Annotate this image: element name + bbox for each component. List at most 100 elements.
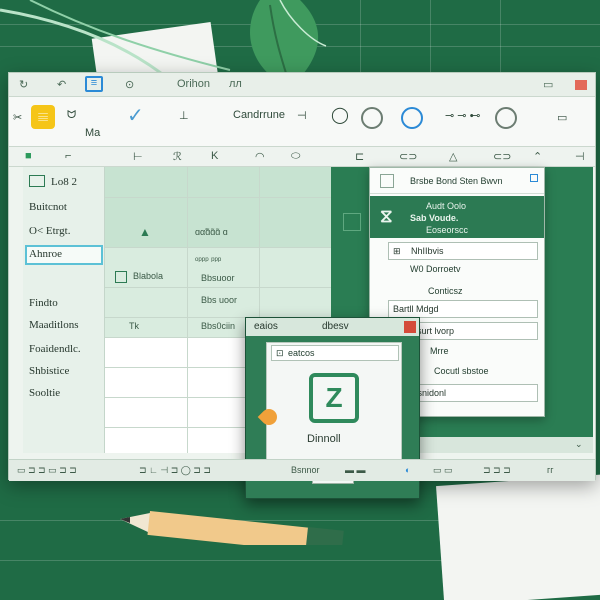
- grid-row-line: [105, 197, 333, 198]
- close-icon[interactable]: [575, 80, 587, 90]
- scroll-down-icon[interactable]: ⌄: [575, 439, 583, 450]
- status-icon[interactable]: ▬ ▬: [345, 465, 366, 475]
- align-icon[interactable]: ⊥: [179, 109, 189, 122]
- back-icon[interactable]: ↶: [57, 78, 66, 91]
- field-text: eatcos: [288, 348, 315, 358]
- banner-line: Sab Voude.: [410, 213, 459, 223]
- section-label: Conticsz: [428, 286, 463, 296]
- status-circle-icon[interactable]: ◐: [405, 465, 410, 475]
- leaf-icon[interactable]: ℛ: [173, 150, 182, 163]
- chart-icon[interactable]: ✓: [127, 103, 144, 128]
- dialog-banner: ⧖ Audt Oolo Sab Voude. Eoseorscc: [370, 196, 544, 238]
- modal-title-right: dbesv: [322, 321, 349, 332]
- warning-triangle-icon: ▲: [139, 225, 151, 239]
- cell-chart-icon: [29, 175, 45, 187]
- search-icon[interactable]: ⊙: [125, 78, 134, 91]
- ribbon-tool-label[interactable]: Candrrune: [233, 109, 285, 121]
- triangle-icon[interactable]: △: [449, 150, 457, 163]
- modal-close-icon[interactable]: [404, 321, 416, 333]
- fullscreen-icon[interactable]: ▭: [557, 111, 567, 124]
- format-toolbar: ■ ⌐ ⊢ ℛ K ◠ ⬭ ⊏ ⊂⊃ △ ⊂⊃ ⌃ ⊣: [9, 147, 595, 167]
- modal-name-field[interactable]: ⊡ eatcos: [271, 345, 399, 361]
- banner-line: Eoseorscc: [426, 225, 469, 235]
- option-label: Cocutl sbstoe: [434, 366, 489, 376]
- cell-value: Bbs uoor: [201, 295, 238, 305]
- toolbar-letter[interactable]: K: [211, 150, 218, 162]
- side-panel-square: [343, 213, 361, 231]
- option-label: NhIIbvis: [411, 246, 444, 256]
- shape-icon[interactable]: ◯: [331, 105, 349, 125]
- app-window: ↻ ↶ ≡ ⊙ Orihon ᴫᴫ ▭ ✂ 𝄙 ᗢ Ma ✓ ⊥ Candrru…: [8, 72, 596, 499]
- title-bar: ↻ ↶ ≡ ⊙ Orihon ᴫᴫ ▭: [9, 73, 595, 97]
- row-label: Buitcnot: [29, 201, 67, 213]
- slider-icon[interactable]: ⊸ ⊸ ⊷: [445, 109, 481, 122]
- row-label: Sooltie: [29, 387, 61, 399]
- ribbon-app-label: Ma: [85, 127, 101, 139]
- grid-row-line: [105, 247, 333, 248]
- title-extra: ᴫᴫ: [229, 78, 242, 90]
- banner-line: Audt Oolo: [426, 201, 467, 211]
- grid-row-line: [105, 287, 333, 288]
- row-label: Ahnroe: [29, 248, 62, 260]
- cell-value: Bbs0ciin: [201, 321, 236, 331]
- status-icon[interactable]: ▭ ▭: [433, 465, 453, 476]
- document-icon[interactable]: ≡: [85, 76, 103, 92]
- pencil-decor: [120, 511, 344, 545]
- cell-value: Bbsuoor: [201, 273, 235, 283]
- adjust-icon[interactable]: ⊣: [297, 109, 307, 122]
- dialog-option[interactable]: Bartll Mdgd: [388, 300, 538, 318]
- link-icon[interactable]: ⊂⊃: [399, 150, 417, 163]
- chevron-up-icon[interactable]: ⌃: [533, 150, 542, 163]
- minimize-icon[interactable]: ▭: [543, 78, 553, 91]
- row-label: O< Etrgt.: [29, 225, 71, 237]
- modal-title-bar: eaios dbesv: [246, 318, 419, 336]
- status-bar: ▭ ⊐ ⊐ ▭ ⊐ ⊐ ⊐ ∟ ⊣ ⊐ ◯ ⊐ ⊐ Bsnnor ▬ ▬ ◐ ▭…: [9, 459, 595, 481]
- oval-icon[interactable]: ⬭: [291, 150, 300, 163]
- option-label: Bartll Mdgd: [393, 304, 439, 314]
- status-icon[interactable]: ⊐ ⊐ ⊐: [483, 465, 511, 476]
- modal-body: ⊡ eatcos Z Dinnoll: [266, 342, 402, 464]
- refresh-icon[interactable]: ↻: [19, 78, 28, 91]
- modal-title-left: eaios: [254, 321, 278, 332]
- status-icon[interactable]: ⊐ ∟ ⊣ ⊐ ◯ ⊐ ⊐: [139, 465, 211, 476]
- app-logo-icon[interactable]: 𝄙: [31, 105, 55, 129]
- paper-sheet-decor: [436, 474, 600, 600]
- status-icon[interactable]: ▭ ⊐ ⊐ ▭ ⊐ ⊐: [17, 465, 77, 476]
- cell-value: Blabola: [133, 271, 164, 281]
- minus-circle-icon[interactable]: [495, 107, 517, 129]
- row-label: Maaditlons: [29, 319, 79, 331]
- cell-value: ɑα̃ɑ̃ɑ̃ɑ̃ ɑ: [195, 227, 228, 237]
- pin-icon[interactable]: ⊢: [133, 150, 143, 163]
- blue-circle-icon[interactable]: [401, 107, 423, 129]
- dialog-header: Brsbe Bond Sten Bwvn: [370, 168, 544, 194]
- hourglass-icon: ⧖: [380, 206, 393, 226]
- cut-icon[interactable]: ✂: [13, 111, 22, 124]
- cell-value: ᵒᵖᵖᵖ ᵖᵖᵖ: [195, 255, 222, 265]
- format-icon[interactable]: ᗢ: [67, 109, 76, 122]
- option-label: Mrre: [430, 346, 449, 356]
- bracket-icon[interactable]: ⌐: [65, 150, 71, 162]
- cell-value: Tk: [129, 321, 139, 331]
- cloud-icon[interactable]: ◠: [255, 150, 265, 163]
- dialog-close-icon[interactable]: [530, 174, 538, 182]
- more-icon[interactable]: ⊣: [575, 150, 585, 163]
- option-label: W0 Dorroetv: [410, 264, 461, 274]
- field-icon: ⊡: [276, 348, 284, 358]
- record-icon[interactable]: [361, 107, 383, 129]
- dialog-header-text: Brsbe Bond Sten Bwvn: [410, 176, 503, 186]
- status-center-text: Bsnnor: [291, 465, 320, 475]
- row-label: Lo8 2: [51, 176, 77, 188]
- grid-col-line: [187, 167, 188, 453]
- app-logo-icon: Z: [309, 373, 359, 423]
- modal-label: Dinnoll: [307, 433, 341, 445]
- row-label: Shbistice: [29, 365, 70, 377]
- dialog-option[interactable]: ⊞ NhIIbvis: [388, 242, 538, 260]
- image-icon: [115, 271, 127, 283]
- fill-icon[interactable]: ■: [25, 150, 32, 162]
- row-label: Findto: [29, 297, 58, 309]
- dialog-icon: [380, 174, 394, 188]
- status-right-text: ᴦᴦ: [547, 465, 554, 475]
- insert-icon[interactable]: ⊏: [355, 150, 364, 163]
- ribbon: ✂ 𝄙 ᗢ Ma ✓ ⊥ Candrrune ⊣ ◯ ⊸ ⊸ ⊷ ▭: [9, 97, 595, 147]
- chain-icon[interactable]: ⊂⊃: [493, 150, 511, 163]
